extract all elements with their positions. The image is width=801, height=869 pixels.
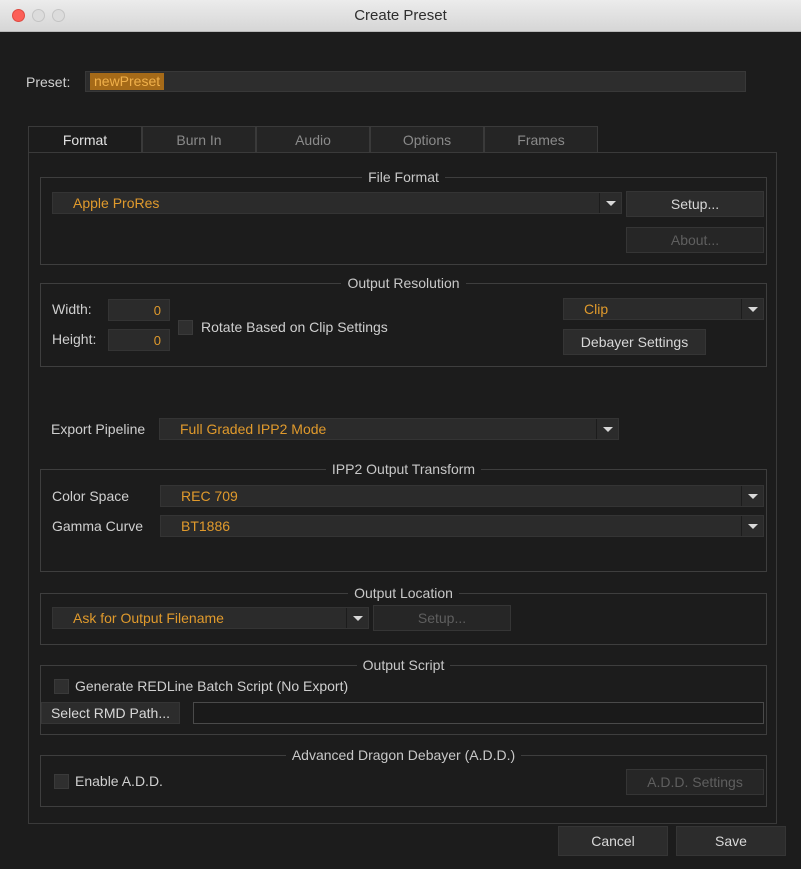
file-format-title: File Format [362, 169, 445, 185]
generate-script-checkbox[interactable] [54, 679, 69, 694]
chevron-down-icon [599, 193, 621, 213]
tab-audio[interactable]: Audio [256, 126, 370, 152]
output-location-dropdown[interactable]: Ask for Output Filename [52, 607, 369, 629]
rotate-checkbox[interactable] [178, 320, 193, 335]
enable-add-label: Enable A.D.D. [75, 773, 163, 789]
select-rmd-path-button[interactable]: Select RMD Path... [41, 702, 180, 724]
gamma-curve-dropdown[interactable]: BT1886 [160, 515, 764, 537]
output-location-title: Output Location [348, 585, 459, 601]
width-input[interactable]: 0 [108, 299, 170, 321]
rmd-path-input[interactable] [193, 702, 764, 724]
output-resolution-title: Output Resolution [341, 275, 466, 291]
chevron-down-icon [741, 299, 763, 319]
chevron-down-icon [596, 419, 618, 439]
dialog-content: Preset: newPreset Format Burn In Audio O… [0, 32, 801, 869]
export-pipeline-dropdown[interactable]: Full Graded IPP2 Mode [159, 418, 619, 440]
debayer-settings-button[interactable]: Debayer Settings [563, 329, 706, 355]
width-value: 0 [153, 303, 161, 318]
color-space-label: Color Space [52, 488, 130, 504]
preset-name-input[interactable]: newPreset [85, 71, 746, 92]
resolution-source-value: Clip [584, 301, 609, 317]
output-location-group: Output Location Ask for Output Filename … [40, 585, 767, 645]
output-script-title: Output Script [356, 657, 451, 673]
generate-script-label: Generate REDLine Batch Script (No Export… [75, 678, 349, 694]
window-titlebar: Create Preset [0, 0, 801, 32]
file-format-dropdown[interactable]: Apple ProRes [52, 192, 622, 214]
height-label: Height: [52, 331, 97, 347]
chevron-down-icon [741, 486, 763, 506]
tab-burn-in[interactable]: Burn In [142, 126, 256, 152]
file-format-group: File Format Apple ProRes Setup... About.… [40, 169, 767, 265]
output-location-value: Ask for Output Filename [73, 610, 224, 626]
add-group: Advanced Dragon Debayer (A.D.D.) Enable … [40, 747, 767, 807]
preset-name-value: newPreset [90, 73, 165, 90]
add-title: Advanced Dragon Debayer (A.D.D.) [285, 747, 522, 763]
export-pipeline-label: Export Pipeline [51, 421, 146, 437]
color-space-dropdown[interactable]: REC 709 [160, 485, 764, 507]
rotate-label: Rotate Based on Clip Settings [201, 319, 388, 335]
tab-options[interactable]: Options [370, 126, 484, 152]
enable-add-checkbox[interactable] [54, 774, 69, 789]
preset-label: Preset: [26, 74, 71, 90]
width-label: Width: [52, 301, 92, 317]
chevron-down-icon [741, 516, 763, 536]
tab-frames[interactable]: Frames [484, 126, 598, 152]
chevron-down-icon [346, 608, 368, 628]
gamma-curve-value: BT1886 [181, 518, 231, 534]
output-location-setup-button[interactable]: Setup... [373, 605, 511, 631]
output-script-group: Output Script Generate REDLine Batch Scr… [40, 657, 767, 735]
file-format-value: Apple ProRes [73, 195, 160, 211]
height-input[interactable]: 0 [108, 329, 170, 351]
export-pipeline-value: Full Graded IPP2 Mode [180, 421, 327, 437]
ipp2-transform-title: IPP2 Output Transform [325, 461, 482, 477]
file-format-about-button[interactable]: About... [626, 227, 764, 253]
height-value: 0 [153, 333, 161, 348]
save-button[interactable]: Save [676, 826, 786, 856]
file-format-setup-button[interactable]: Setup... [626, 191, 764, 217]
gamma-curve-label: Gamma Curve [52, 518, 144, 534]
window-title: Create Preset [354, 7, 447, 24]
add-settings-button[interactable]: A.D.D. Settings [626, 769, 764, 795]
resolution-source-dropdown[interactable]: Clip [563, 298, 764, 320]
format-tab-pane: File Format Apple ProRes Setup... About.… [28, 152, 777, 824]
color-space-value: REC 709 [181, 488, 238, 504]
output-resolution-group: Output Resolution Width: 0 Height: 0 Rot… [40, 275, 767, 367]
cancel-button[interactable]: Cancel [558, 826, 668, 856]
ipp2-transform-group: IPP2 Output Transform Color Space REC 70… [40, 461, 767, 572]
tab-format[interactable]: Format [28, 126, 142, 152]
